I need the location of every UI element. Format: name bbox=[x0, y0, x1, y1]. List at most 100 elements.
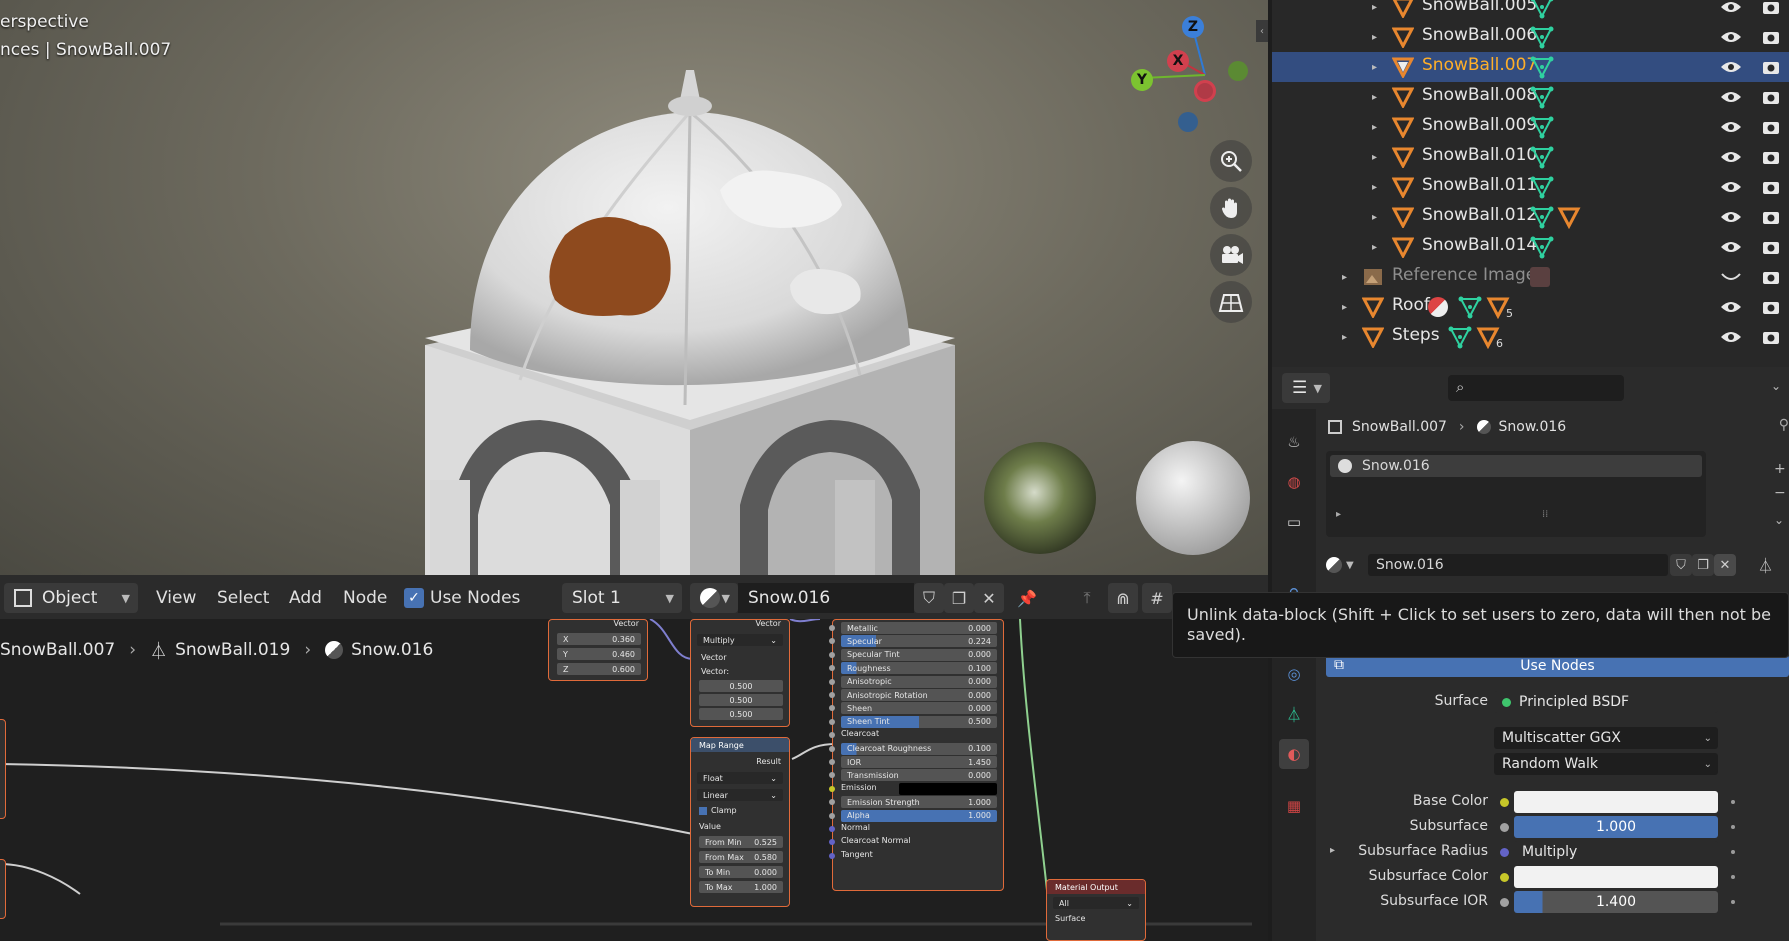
tab-world[interactable]: ◍ bbox=[1279, 467, 1309, 497]
material-slot-item[interactable]: Snow.016 bbox=[1330, 455, 1702, 477]
keyframe-dot-icon[interactable] bbox=[1731, 850, 1735, 854]
tab-scene[interactable]: ♨ bbox=[1279, 427, 1309, 457]
outliner-row[interactable]: ▸ SnowBall.007 bbox=[1272, 52, 1789, 82]
bsdf-input-field[interactable]: Roughness 0.100 bbox=[841, 662, 997, 675]
bsdf-input-field[interactable]: IOR 1.450 bbox=[841, 756, 997, 768]
map-range-field[interactable]: From Min 0.525 bbox=[699, 836, 783, 848]
map-range-field[interactable]: To Max 1.000 bbox=[699, 881, 783, 893]
eye-icon[interactable] bbox=[1720, 60, 1742, 74]
material-name-field[interactable]: Snow.016 bbox=[738, 583, 914, 613]
socket-icon[interactable] bbox=[1500, 798, 1509, 807]
render-camera-icon[interactable] bbox=[1762, 299, 1780, 315]
select-menu[interactable]: Select bbox=[217, 583, 269, 613]
slot-specials-button[interactable]: ⌄ bbox=[1774, 513, 1784, 527]
3d-viewport[interactable]: erspective nces | SnowBall.007 Z X Y ‹ bbox=[0, 0, 1268, 575]
map-range-field[interactable]: To Min 0.000 bbox=[699, 866, 783, 878]
fake-user-button[interactable]: ⛉ bbox=[914, 583, 944, 613]
link-type-icon[interactable]: ⏃ bbox=[1758, 555, 1773, 576]
gizmo-neg-z-axis[interactable] bbox=[1178, 112, 1198, 132]
gizmo-y-axis[interactable]: Y bbox=[1131, 69, 1153, 91]
unlink-button[interactable]: ✕ bbox=[1714, 554, 1736, 576]
operation-dropdown[interactable]: Multiply ⌄ bbox=[697, 634, 783, 646]
eye-icon[interactable] bbox=[1720, 300, 1742, 314]
expand-arrow-icon[interactable]: ▸ bbox=[1342, 302, 1347, 313]
eye-icon[interactable] bbox=[1720, 150, 1742, 164]
socket-icon[interactable] bbox=[1500, 823, 1509, 832]
data-type-dropdown[interactable]: Float ⌄ bbox=[697, 772, 783, 784]
outliner-row[interactable]: ▸ SnowBall.006 bbox=[1272, 22, 1789, 52]
vector-z-field[interactable]: 0.500 bbox=[699, 708, 783, 720]
bsdf-input-field[interactable]: Metallic 0.000 bbox=[841, 622, 997, 634]
search-input[interactable]: ⌕ bbox=[1448, 375, 1624, 401]
options-chevron-icon[interactable]: ⌄ bbox=[1771, 379, 1781, 393]
input-socket[interactable] bbox=[829, 638, 835, 645]
bsdf-input-field[interactable]: Sheen Tint 0.500 bbox=[841, 715, 997, 728]
use-nodes-button[interactable]: ⧉ Use Nodes bbox=[1326, 655, 1789, 677]
outliner-row[interactable]: ▸ SnowBall.005 bbox=[1272, 0, 1789, 22]
principled-bsdf-node[interactable]: Metallic 0.000 Specular 0.224 Specular Tint 0… bbox=[829, 619, 1004, 891]
subsurface-method-dropdown[interactable]: Random Walk ⌄ bbox=[1494, 753, 1718, 775]
material-name-field[interactable]: Snow.016 bbox=[1368, 554, 1668, 576]
parent-tree-button[interactable]: ⤒ bbox=[1072, 583, 1102, 613]
add-slot-button[interactable]: + bbox=[1774, 461, 1786, 477]
render-camera-icon[interactable] bbox=[1762, 179, 1780, 195]
render-camera-icon[interactable] bbox=[1762, 89, 1780, 105]
bsdf-input-field[interactable]: Anisotropic 0.000 bbox=[841, 675, 997, 688]
bsdf-input-field[interactable]: Transmission 0.000 bbox=[841, 769, 997, 782]
keyframe-dot-icon[interactable] bbox=[1731, 825, 1735, 829]
socket-icon[interactable] bbox=[1500, 848, 1509, 857]
node-menu[interactable]: Node bbox=[343, 583, 387, 613]
input-socket[interactable] bbox=[829, 651, 835, 658]
expand-arrow-icon[interactable]: ▸ bbox=[1372, 2, 1377, 13]
eye-icon[interactable] bbox=[1720, 90, 1742, 104]
expand-arrow-icon[interactable]: ▸ bbox=[1372, 152, 1377, 163]
eye-icon[interactable] bbox=[1720, 120, 1742, 134]
render-camera-icon[interactable] bbox=[1762, 119, 1780, 135]
expand-arrow-icon[interactable]: ▸ bbox=[1372, 62, 1377, 73]
input-socket[interactable] bbox=[829, 812, 835, 819]
input-socket[interactable] bbox=[829, 732, 835, 739]
offscreen-node[interactable] bbox=[0, 859, 6, 919]
expand-arrow-icon[interactable]: ▸ bbox=[1372, 92, 1377, 103]
duplicate-button[interactable]: ❐ bbox=[1692, 554, 1714, 576]
tab-data[interactable]: ⏃ bbox=[1279, 699, 1309, 729]
expand-arrow-icon[interactable]: ▸ bbox=[1372, 182, 1377, 193]
expand-arrow-icon[interactable]: ▸ bbox=[1372, 242, 1377, 253]
expand-icon[interactable]: ▸ bbox=[1336, 509, 1341, 520]
bsdf-input-field[interactable]: Specular 0.224 bbox=[841, 635, 997, 648]
expand-icon[interactable]: ▸ bbox=[1330, 845, 1335, 856]
input-socket[interactable] bbox=[829, 839, 835, 846]
input-socket[interactable] bbox=[829, 852, 835, 859]
expand-arrow-icon[interactable]: ▸ bbox=[1372, 122, 1377, 133]
input-socket[interactable] bbox=[829, 826, 835, 832]
keyframe-dot-icon[interactable] bbox=[1731, 875, 1735, 879]
emission-color-swatch[interactable] bbox=[899, 782, 997, 795]
unlink-button[interactable]: ✕ bbox=[974, 583, 1004, 613]
render-camera-icon[interactable] bbox=[1762, 209, 1780, 225]
target-dropdown[interactable]: All ⌄ bbox=[1053, 897, 1139, 909]
outliner-row[interactable]: ▸ Steps 6 bbox=[1272, 322, 1789, 352]
pin-button[interactable]: 📌 bbox=[1012, 583, 1042, 613]
linked-node-field[interactable]: Multiply bbox=[1514, 841, 1718, 863]
interpolation-dropdown[interactable]: Linear ⌄ bbox=[697, 789, 783, 801]
gizmo-neg-x-axis[interactable] bbox=[1194, 80, 1216, 102]
material-browse-button[interactable]: ▼ bbox=[1326, 554, 1366, 576]
outliner-row[interactable]: ▸ SnowBall.010 bbox=[1272, 142, 1789, 172]
zoom-button[interactable] bbox=[1210, 140, 1252, 182]
render-camera-icon[interactable] bbox=[1762, 329, 1780, 345]
eye-icon[interactable] bbox=[1720, 30, 1742, 44]
eye-icon[interactable] bbox=[1720, 180, 1742, 194]
tab-material[interactable]: ◐ bbox=[1279, 739, 1309, 769]
outliner-row[interactable]: ▸ SnowBall.014 bbox=[1272, 232, 1789, 262]
keyframe-dot-icon[interactable] bbox=[1731, 900, 1735, 904]
eye-icon[interactable] bbox=[1720, 330, 1742, 344]
socket-icon[interactable] bbox=[1500, 873, 1509, 882]
input-socket[interactable] bbox=[829, 678, 835, 685]
bsdf-input-field[interactable]: Clearcoat Roughness 0.100 bbox=[841, 742, 997, 755]
remove-slot-button[interactable]: − bbox=[1774, 485, 1786, 501]
pan-button[interactable] bbox=[1210, 187, 1252, 229]
render-camera-icon[interactable] bbox=[1762, 269, 1780, 285]
expand-arrow-icon[interactable]: ▸ bbox=[1342, 272, 1347, 283]
value-slider[interactable]: 1.400 bbox=[1514, 891, 1718, 913]
outliner-row[interactable]: ▸ SnowBall.008 bbox=[1272, 82, 1789, 112]
